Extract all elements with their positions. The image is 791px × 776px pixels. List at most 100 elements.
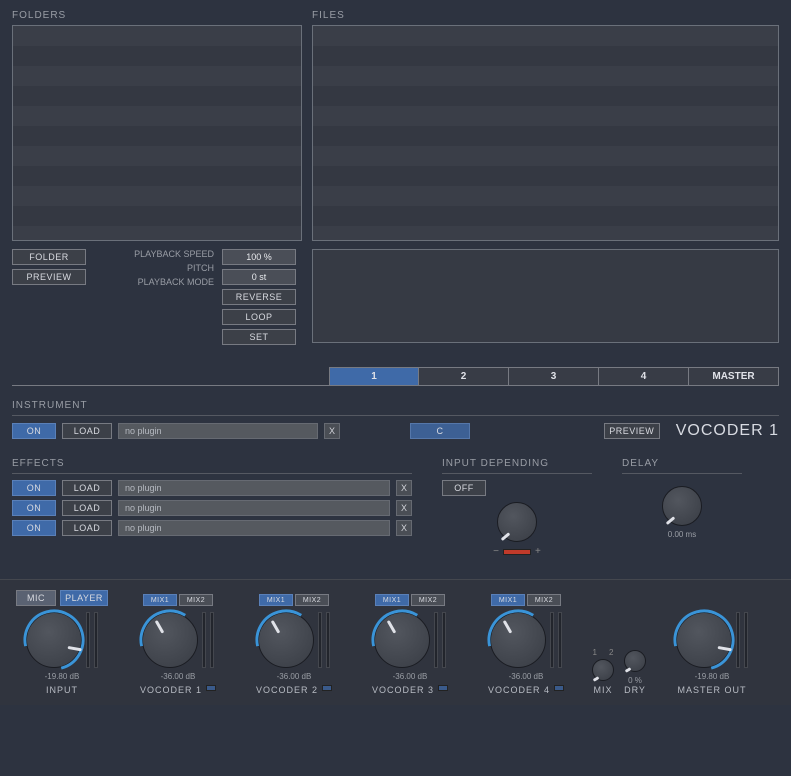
voc2-meter-r <box>326 612 330 668</box>
mix-1-marker: 1 <box>593 648 597 657</box>
dry-knob[interactable] <box>624 650 646 672</box>
folder-button[interactable]: FOLDER <box>12 249 86 265</box>
fx1-load-button[interactable]: LOAD <box>62 480 112 496</box>
voc4-db: -36.00 dB <box>509 672 544 681</box>
fx1-clear-button[interactable]: X <box>396 480 412 496</box>
voc2-led <box>322 685 332 691</box>
master-out-knob[interactable] <box>676 612 732 668</box>
instrument-preview-button[interactable]: PREVIEW <box>604 423 660 439</box>
fx3-plugin-slot[interactable]: no plugin <box>118 520 390 536</box>
reverse-button[interactable]: REVERSE <box>222 289 296 305</box>
voc3-led <box>438 685 448 691</box>
voc1-db: -36.00 dB <box>161 672 196 681</box>
set-button[interactable]: SET <box>222 329 296 345</box>
playback-speed-label: PLAYBACK SPEED <box>134 249 214 259</box>
tab-3[interactable]: 3 <box>509 367 599 385</box>
tab-master[interactable]: MASTER <box>689 367 779 385</box>
dry-label: DRY <box>624 685 646 695</box>
instrument-clear-button[interactable]: X <box>324 423 340 439</box>
fx2-clear-button[interactable]: X <box>396 500 412 516</box>
files-list[interactable] <box>312 25 779 241</box>
waveform-panel[interactable] <box>312 249 779 343</box>
mix-2-marker: 2 <box>609 648 613 657</box>
voc1-mix1-button[interactable]: MIX1 <box>143 594 177 606</box>
note-select[interactable]: C <box>410 423 470 439</box>
fx3-load-button[interactable]: LOAD <box>62 520 112 536</box>
instrument-on-button[interactable]: ON <box>12 423 56 439</box>
voc2-mix1-button[interactable]: MIX1 <box>259 594 293 606</box>
master-db: -19.80 dB <box>695 672 730 681</box>
files-label: FILES <box>312 10 779 21</box>
voc3-mix1-button[interactable]: MIX1 <box>375 594 409 606</box>
voc4-meter <box>550 612 554 668</box>
voc3-mix2-button[interactable]: MIX2 <box>411 594 445 606</box>
input-depending-label: INPUT DEPENDING <box>442 458 592 469</box>
dry-value: 0 % <box>628 676 642 685</box>
voc4-gain-knob[interactable] <box>490 612 546 668</box>
input-meter-r <box>94 612 98 668</box>
input-depending-off-button[interactable]: OFF <box>442 480 486 496</box>
delay-label: DELAY <box>622 458 742 469</box>
voc3-meter <box>434 612 438 668</box>
voc3-meter-r <box>442 612 446 668</box>
voc2-db: -36.00 dB <box>277 672 312 681</box>
voc4-meter-r <box>558 612 562 668</box>
playback-speed-value[interactable]: 100 % <box>222 249 296 265</box>
pitch-label: PITCH <box>187 263 214 273</box>
voc4-label: VOCODER 4 <box>488 685 550 695</box>
pitch-value[interactable]: 0 st <box>222 269 296 285</box>
master-meter <box>736 612 740 668</box>
fx3-on-button[interactable]: ON <box>12 520 56 536</box>
input-depending-meter <box>503 549 531 555</box>
loop-button[interactable]: LOOP <box>222 309 296 325</box>
input-depending-knob[interactable] <box>497 502 537 542</box>
plus-icon: + <box>535 546 541 557</box>
voc3-gain-knob[interactable] <box>374 612 430 668</box>
voc1-meter-r <box>210 612 214 668</box>
instrument-load-button[interactable]: LOAD <box>62 423 112 439</box>
fx1-on-button[interactable]: ON <box>12 480 56 496</box>
mix-knob[interactable] <box>592 659 614 681</box>
mix-label: MIX <box>593 685 612 695</box>
voc1-meter <box>202 612 206 668</box>
input-label: INPUT <box>46 685 78 695</box>
tab-1[interactable]: 1 <box>329 367 419 385</box>
fx2-load-button[interactable]: LOAD <box>62 500 112 516</box>
voc1-mix2-button[interactable]: MIX2 <box>179 594 213 606</box>
fx3-clear-button[interactable]: X <box>396 520 412 536</box>
voc4-mix1-button[interactable]: MIX1 <box>491 594 525 606</box>
voc2-label: VOCODER 2 <box>256 685 318 695</box>
voc2-gain-knob[interactable] <box>258 612 314 668</box>
playback-mode-label: PLAYBACK MODE <box>138 277 214 287</box>
input-gain-knob[interactable] <box>26 612 82 668</box>
voc4-mix2-button[interactable]: MIX2 <box>527 594 561 606</box>
voc1-label: VOCODER 1 <box>140 685 202 695</box>
tab-2[interactable]: 2 <box>419 367 509 385</box>
voc3-label: VOCODER 3 <box>372 685 434 695</box>
mic-button[interactable]: MIC <box>16 590 56 606</box>
master-meter-r <box>744 612 748 668</box>
fx2-on-button[interactable]: ON <box>12 500 56 516</box>
voc1-led <box>206 685 216 691</box>
player-button[interactable]: PLAYER <box>60 590 108 606</box>
instrument-plugin-slot[interactable]: no plugin <box>118 423 318 439</box>
master-out-label: MASTER OUT <box>677 685 746 695</box>
preview-button[interactable]: PREVIEW <box>12 269 86 285</box>
voc1-gain-knob[interactable] <box>142 612 198 668</box>
tab-4[interactable]: 4 <box>599 367 689 385</box>
folders-label: FOLDERS <box>12 10 302 21</box>
fx1-plugin-slot[interactable]: no plugin <box>118 480 390 496</box>
instrument-label: INSTRUMENT <box>12 400 779 411</box>
folders-list[interactable] <box>12 25 302 241</box>
delay-knob[interactable] <box>662 486 702 526</box>
delay-value: 0.00 ms <box>668 530 696 539</box>
voc4-led <box>554 685 564 691</box>
input-meter <box>86 612 90 668</box>
fx2-plugin-slot[interactable]: no plugin <box>118 500 390 516</box>
effects-label: EFFECTS <box>12 458 412 469</box>
minus-icon: − <box>493 546 499 557</box>
voc2-mix2-button[interactable]: MIX2 <box>295 594 329 606</box>
input-db: -19.80 dB <box>45 672 80 681</box>
voc2-meter <box>318 612 322 668</box>
voc3-db: -36.00 dB <box>393 672 428 681</box>
